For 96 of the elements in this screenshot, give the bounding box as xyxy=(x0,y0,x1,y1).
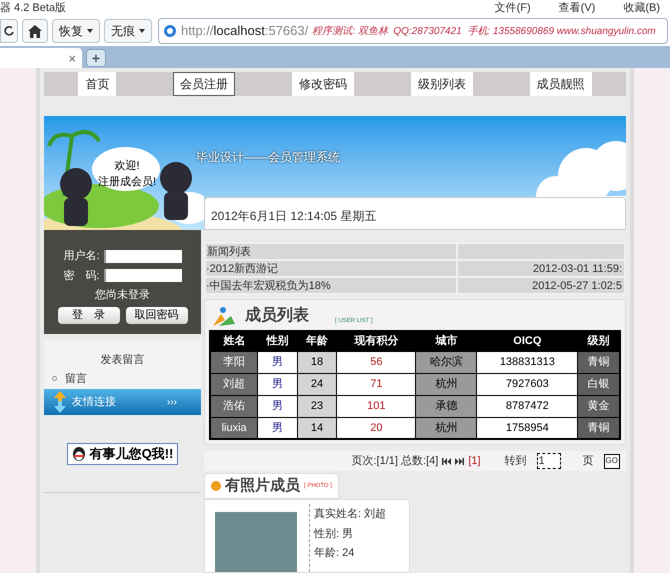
address-bar[interactable]: http://localhost:57663/ 程序测试: 双鱼林 QQ:287307421 手机: 13558690869 www.shuangyulin.com xyxy=(158,18,668,44)
section-title: 成员列表 xyxy=(245,306,309,326)
username-label: 用户名: xyxy=(63,248,100,264)
login-status: 您尚未登录 xyxy=(95,288,150,303)
toolbar-dropdown-button[interactable]: 无痕 xyxy=(104,19,152,43)
menu-item[interactable]: 收藏(B) xyxy=(623,0,660,16)
table-cell: 男 xyxy=(258,373,298,395)
table-cell: 56 xyxy=(336,351,416,373)
table-cell: 男 xyxy=(258,351,298,373)
speech-bubble-text: 欢迎! xyxy=(114,158,140,174)
table-cell: 71 xyxy=(336,373,416,395)
table-cell: 青铜 xyxy=(578,417,620,439)
tab-close-button[interactable]: × xyxy=(68,52,76,64)
table-cell: 杭州 xyxy=(416,417,477,439)
bullet-icon xyxy=(211,481,221,491)
table-cell: 24 xyxy=(297,373,337,395)
menu-item[interactable]: 文件(F) xyxy=(494,0,531,16)
password-field[interactable] xyxy=(104,269,182,282)
news-title[interactable]: ·2012新西游记 xyxy=(206,261,456,276)
message-title: 发表留言 xyxy=(100,352,144,368)
table-cell: 101 xyxy=(336,395,416,417)
refresh-icon xyxy=(3,25,15,37)
table-cell: 7927603 xyxy=(476,373,578,395)
table-cell: 李阳 xyxy=(210,351,258,373)
page-label: 页 xyxy=(582,454,594,469)
username-field[interactable] xyxy=(104,250,182,263)
message-link[interactable]: 留言 xyxy=(65,370,87,387)
nav-link[interactable]: 会员注册 xyxy=(173,72,236,96)
login-panel-button[interactable]: 取回密码 xyxy=(126,306,188,324)
table-cell: 18 xyxy=(297,351,337,373)
column-header: OICQ xyxy=(476,331,578,351)
browser-tab[interactable]: × xyxy=(0,48,82,68)
nav-link[interactable]: 级别列表 xyxy=(410,72,473,96)
table-cell: 白银 xyxy=(578,373,620,395)
page-link[interactable]: [1] xyxy=(468,452,481,470)
page-input[interactable]: 1 xyxy=(536,453,561,469)
login-panel-button[interactable]: 登 录 xyxy=(58,306,120,324)
address-note: 程序测试: 双鱼林 QQ:287307421 手机: 13558690869 www.shuangyulin.com xyxy=(312,24,656,38)
nav-link[interactable]: 成员靓照 xyxy=(530,72,592,96)
nav-link[interactable]: 首页 xyxy=(78,72,116,96)
window-title: 器 4.2 Beta版 xyxy=(0,0,66,16)
column-header: 现有积分 xyxy=(336,331,416,351)
goto-label: 转到 xyxy=(504,454,527,469)
penguin-icon xyxy=(72,446,86,462)
member-detail: 真实姓名: 刘超 xyxy=(314,506,386,522)
caret-icon xyxy=(139,29,145,33)
bullet-icon xyxy=(52,376,57,382)
page-info: 页次:[1/1] 总数:[4] xyxy=(352,454,438,469)
member-detail: 年龄: 24 xyxy=(314,546,356,561)
table-cell: 14 xyxy=(297,417,337,439)
table-cell: liuxia xyxy=(210,417,258,439)
table-cell: 1758954 xyxy=(476,417,578,439)
toolbar-dropdown-button[interactable]: 恢复 xyxy=(52,19,100,43)
news-time: 2012-03-01 11:59: xyxy=(458,261,624,276)
table-cell: 黄金 xyxy=(578,395,620,417)
news-title[interactable]: ·中国去年宏观税负为18% xyxy=(206,278,456,293)
password-label: 密 码: xyxy=(63,268,100,284)
table-cell: 20 xyxy=(336,417,416,439)
qq-badge[interactable]: 有事儿您Q我!! xyxy=(66,442,178,464)
table-cell: 男 xyxy=(258,395,298,417)
column-header: 性别 xyxy=(258,331,298,351)
table-cell: 23 xyxy=(297,395,337,417)
banner-title: 毕业设计——会员管理系统 xyxy=(196,148,340,166)
date-text: 2012年6月1日 12:14:05 星期五 xyxy=(211,208,376,225)
go-button[interactable]: GO xyxy=(604,454,620,468)
speech-bubble-text: 注册成会员! xyxy=(98,174,156,190)
table-cell: 青铜 xyxy=(578,351,620,373)
table-cell: 8787472 xyxy=(476,395,578,417)
nav-link[interactable]: 修改密码 xyxy=(292,72,354,96)
column-header: 级别 xyxy=(578,331,620,351)
news-time: 2012-05-27 1:02:5 xyxy=(458,278,624,293)
table-cell: 男 xyxy=(258,417,298,439)
new-tab-button[interactable]: + xyxy=(86,49,106,67)
home-icon xyxy=(28,24,42,38)
table-cell: 浩佑 xyxy=(210,395,258,417)
column-header: 年龄 xyxy=(297,331,337,351)
column-header: 姓名 xyxy=(210,331,258,351)
friend-link-bar[interactable]: 友情连接 ››› xyxy=(44,389,201,415)
section-title: 有照片成员 xyxy=(225,476,300,496)
page-icon xyxy=(163,24,177,38)
arrows-icon xyxy=(52,391,68,413)
member-detail: 性别: 男 xyxy=(314,526,354,542)
table-cell: 杭州 xyxy=(416,373,477,395)
home-button[interactable] xyxy=(22,19,48,43)
refresh-button[interactable] xyxy=(0,19,18,43)
table-cell: 哈尔滨 xyxy=(416,351,477,373)
column-header: 城市 xyxy=(416,331,477,351)
menu-item[interactable]: 查看(V) xyxy=(558,0,596,16)
table-cell: 刘超 xyxy=(210,373,258,395)
table-cell: 138831313 xyxy=(476,351,578,373)
first-page-icon[interactable] xyxy=(442,458,452,464)
last-page-icon[interactable] xyxy=(455,458,464,464)
news-heading: 新闻列表 xyxy=(206,244,456,259)
table-cell: 承德 xyxy=(416,395,477,417)
caret-icon xyxy=(87,29,93,33)
url-text: http://localhost:57663/ xyxy=(181,22,308,40)
